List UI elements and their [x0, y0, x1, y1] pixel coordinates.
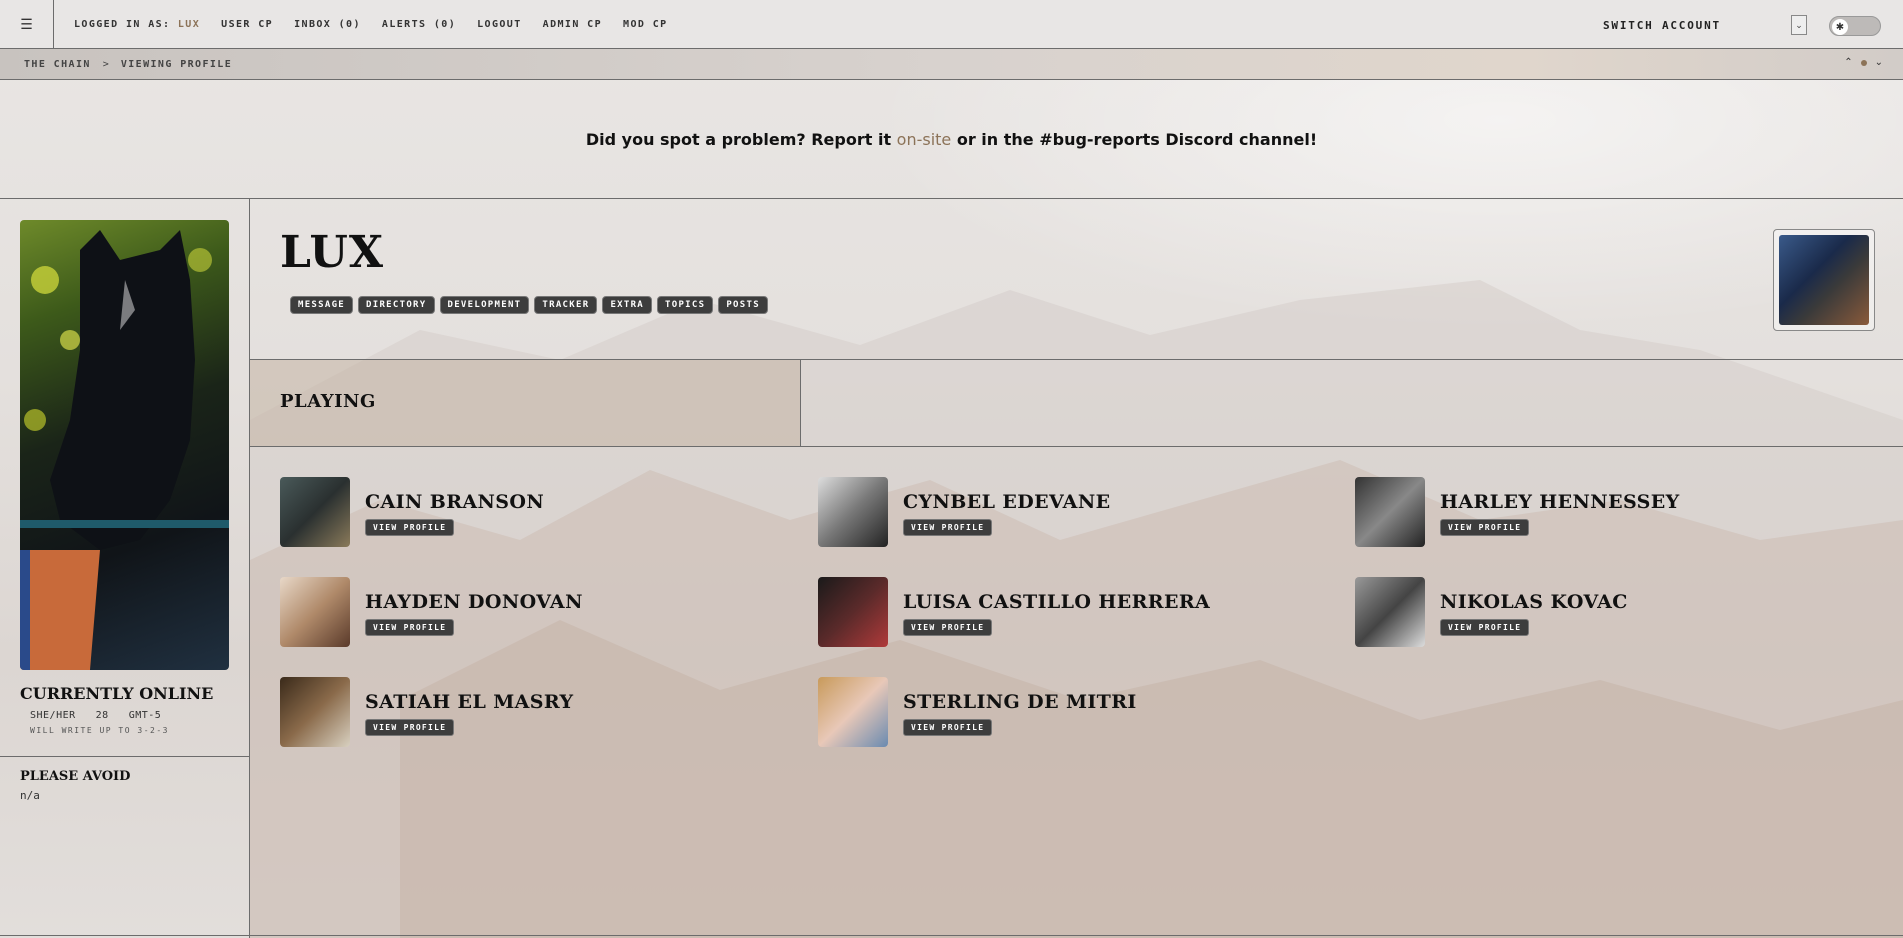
hamburger-menu-button[interactable]: ☰ [0, 0, 54, 49]
view-profile-button[interactable]: VIEW PROFILE [365, 619, 455, 636]
profile-stats: SHE/HER 28 GMT-5 [30, 710, 161, 721]
logged-in-prefix: LOGGED IN AS: [74, 18, 171, 30]
tab-tracker[interactable]: TRACKER [534, 296, 598, 314]
profile-header: LUX MESSAGE DIRECTORY DEVELOPMENT TRACKE… [250, 199, 1903, 360]
character-name[interactable]: HAYDEN DONOVAN [365, 591, 583, 613]
breadcrumb-bar: THE CHAIN > VIEWING PROFILE ⌃ ⌄ [0, 49, 1903, 80]
view-profile-button[interactable]: VIEW PROFILE [1440, 519, 1530, 536]
nav-admin-cp[interactable]: ADMIN CP [543, 19, 602, 30]
timezone: GMT-5 [128, 710, 162, 721]
age: 28 [95, 710, 109, 721]
logged-in-label: LOGGED IN AS: LUX [74, 19, 200, 30]
tab-message[interactable]: MESSAGE [290, 296, 354, 314]
character-avatar[interactable] [280, 477, 350, 547]
character-card: HARLEY HENNESSEY VIEW PROFILE [1355, 477, 1875, 549]
username-link[interactable]: LUX [178, 19, 200, 30]
on-site-link[interactable]: on-site [897, 130, 952, 149]
switch-account-label: SWITCH ACCOUNT [1603, 19, 1721, 32]
profile-portrait [20, 220, 229, 670]
chevron-down-icon[interactable]: ⌄ [1875, 57, 1883, 68]
breadcrumb-current: VIEWING PROFILE [120, 58, 233, 70]
online-status: CURRENTLY ONLINE [20, 684, 214, 703]
view-profile-button[interactable]: VIEW PROFILE [903, 619, 993, 636]
character-name[interactable]: NIKOLAS KOVAC [1440, 591, 1628, 613]
tab-development[interactable]: DEVELOPMENT [439, 296, 530, 314]
profile-sidebar: CURRENTLY ONLINE SHE/HER 28 GMT-5 WILL W… [0, 199, 250, 938]
footer-divider [0, 935, 1903, 936]
profile-thumbnail [1773, 229, 1875, 331]
announcement-banner: Did you spot a problem? Report it on-sit… [0, 80, 1903, 199]
hamburger-icon: ☰ [20, 15, 33, 32]
nav-inbox[interactable]: INBOX (0) [294, 19, 361, 30]
character-avatar[interactable] [818, 677, 888, 747]
character-card: STERLING DE MITRI VIEW PROFILE [818, 677, 1338, 749]
theme-toggle[interactable]: ✱ [1829, 16, 1881, 36]
tab-extra[interactable]: EXTRA [602, 296, 653, 314]
character-card: SATIAH EL MASRY VIEW PROFILE [280, 677, 800, 749]
announcement-before: Did you spot a problem? Report it [585, 129, 897, 149]
announcement-after: or in the #bug-reports Discord channel! [951, 129, 1318, 149]
character-list: CAIN BRANSON VIEW PROFILE CYNBEL EDEVANE… [250, 447, 1903, 938]
tab-directory[interactable]: DIRECTORY [358, 296, 435, 314]
character-card: CAIN BRANSON VIEW PROFILE [280, 477, 800, 549]
tab-posts[interactable]: POSTS [718, 296, 768, 314]
view-profile-button[interactable]: VIEW PROFILE [365, 519, 455, 536]
character-avatar[interactable] [818, 477, 888, 547]
sidebar-divider [0, 756, 250, 757]
playing-section-header: PLAYING [250, 360, 1903, 447]
view-profile-button[interactable]: VIEW PROFILE [1440, 619, 1530, 636]
sun-icon: ✱ [1832, 19, 1848, 35]
breadcrumb-home[interactable]: THE CHAIN [24, 59, 91, 70]
chevron-up-icon[interactable]: ⌃ [1844, 57, 1852, 68]
character-avatar[interactable] [280, 577, 350, 647]
top-nav: LOGGED IN AS: LUX USER CP INBOX (0) ALER… [74, 19, 668, 30]
nav-user-cp[interactable]: USER CP [221, 19, 273, 30]
character-avatar[interactable] [1355, 577, 1425, 647]
announcement-text: Did you spot a problem? Report it on-sit… [586, 130, 1317, 149]
breadcrumb-separator: > [102, 58, 109, 70]
top-bar: ☰ LOGGED IN AS: LUX USER CP INBOX (0) AL… [0, 0, 1903, 49]
character-card: LUISA CASTILLO HERRERA VIEW PROFILE [818, 577, 1338, 649]
character-name[interactable]: HARLEY HENNESSEY [1440, 491, 1680, 513]
profile-name: LUX [280, 227, 385, 278]
character-card: NIKOLAS KOVAC VIEW PROFILE [1355, 577, 1875, 649]
view-profile-button[interactable]: VIEW PROFILE [903, 519, 993, 536]
view-profile-button[interactable]: VIEW PROFILE [903, 719, 993, 736]
writing-length: WILL WRITE UP TO 3-2-3 [30, 726, 169, 735]
playing-tab[interactable]: PLAYING [250, 360, 801, 446]
account-dropdown[interactable]: ⌄ [1791, 15, 1807, 35]
avoid-value: n/a [20, 789, 40, 802]
avoid-title: PLEASE AVOID [20, 769, 131, 784]
character-avatar[interactable] [818, 577, 888, 647]
breadcrumb: THE CHAIN > VIEWING PROFILE [24, 59, 232, 70]
character-card: HAYDEN DONOVAN VIEW PROFILE [280, 577, 800, 649]
nav-logout[interactable]: LOGOUT [477, 19, 522, 30]
playing-label: PLAYING [280, 391, 376, 412]
character-card: CYNBEL EDEVANE VIEW PROFILE [818, 477, 1338, 549]
nav-alerts[interactable]: ALERTS (0) [382, 19, 456, 30]
character-name[interactable]: CAIN BRANSON [365, 491, 544, 513]
view-profile-button[interactable]: VIEW PROFILE [365, 719, 455, 736]
thumbnail-image [1779, 235, 1869, 325]
dot-icon[interactable] [1860, 59, 1867, 66]
character-name[interactable]: CYNBEL EDEVANE [903, 491, 1110, 513]
chevron-down-icon: ⌄ [1795, 19, 1803, 30]
scroll-controls: ⌃ ⌄ [1844, 57, 1883, 68]
profile-tabs: MESSAGE DIRECTORY DEVELOPMENT TRACKER EX… [290, 296, 768, 314]
nav-mod-cp[interactable]: MOD CP [623, 19, 668, 30]
character-avatar[interactable] [1355, 477, 1425, 547]
character-name[interactable]: SATIAH EL MASRY [365, 691, 573, 713]
character-avatar[interactable] [280, 677, 350, 747]
pronouns: SHE/HER [30, 710, 76, 721]
tab-topics[interactable]: TOPICS [657, 296, 714, 314]
character-name[interactable]: STERLING DE MITRI [903, 691, 1137, 713]
character-name[interactable]: LUISA CASTILLO HERRERA [903, 591, 1210, 613]
